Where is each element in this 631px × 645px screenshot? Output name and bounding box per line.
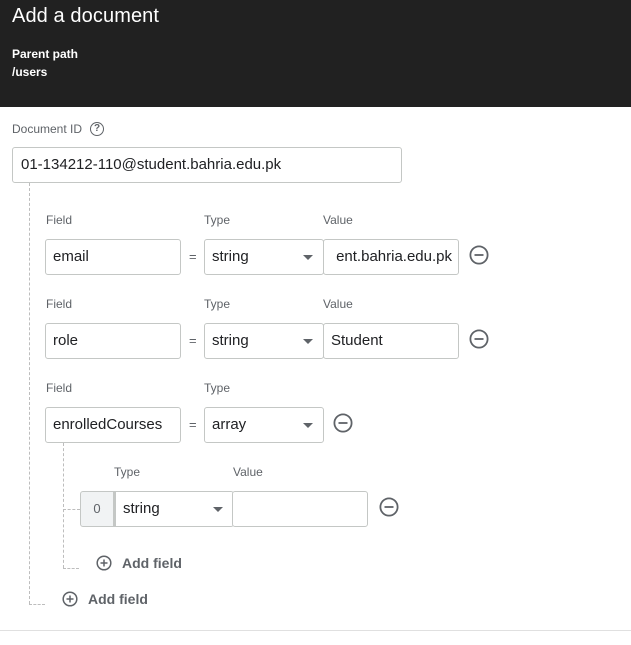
field-label: Field bbox=[46, 297, 73, 311]
value-label: Value bbox=[323, 297, 353, 311]
tree-line-array-add bbox=[63, 568, 79, 569]
equals-sign: = bbox=[189, 333, 197, 348]
value-input-email[interactable]: ent.bahria.edu.pk bbox=[323, 239, 459, 275]
add-circle-icon bbox=[96, 555, 112, 571]
type-label: Type bbox=[204, 297, 231, 311]
value-input-array-item-0[interactable] bbox=[232, 491, 368, 527]
parent-path-label: Parent path bbox=[12, 47, 79, 61]
document-id-label: Document ID ? bbox=[12, 122, 105, 136]
type-select-value: string bbox=[212, 248, 249, 265]
remove-circle-icon[interactable] bbox=[379, 497, 399, 517]
type-select-enrolled-courses[interactable]: array bbox=[204, 407, 324, 443]
add-field-label: Add field bbox=[88, 591, 148, 607]
tree-line-array-item bbox=[63, 509, 80, 510]
help-circle-icon[interactable]: ? bbox=[90, 122, 105, 136]
type-label: Type bbox=[204, 213, 231, 227]
add-field-button-root[interactable]: Add field bbox=[62, 591, 148, 607]
type-label: Type bbox=[204, 381, 231, 395]
caret-down-icon bbox=[303, 339, 313, 344]
array-index-badge: 0 bbox=[80, 491, 114, 527]
type-label: Type bbox=[114, 465, 141, 479]
type-select-value: array bbox=[212, 416, 247, 433]
value-input-role[interactable]: Student bbox=[323, 323, 459, 359]
field-name-input-email[interactable]: email bbox=[45, 239, 181, 275]
caret-down-icon bbox=[213, 507, 223, 512]
type-select-value: string bbox=[212, 332, 249, 349]
tree-line-array-vertical bbox=[63, 443, 64, 568]
divider bbox=[0, 630, 631, 631]
caret-down-icon bbox=[303, 255, 313, 260]
value-input-email-text: ent.bahria.edu.pk bbox=[336, 248, 452, 265]
type-select-role[interactable]: string bbox=[204, 323, 324, 359]
remove-circle-icon[interactable] bbox=[469, 245, 489, 265]
caret-down-icon bbox=[303, 423, 313, 428]
field-label: Field bbox=[46, 381, 73, 395]
tree-line-root-add bbox=[29, 604, 45, 605]
field-label: Field bbox=[46, 213, 73, 227]
remove-circle-icon[interactable] bbox=[469, 329, 489, 349]
value-label: Value bbox=[323, 213, 353, 227]
equals-sign: = bbox=[189, 249, 197, 264]
equals-sign: = bbox=[189, 417, 197, 432]
field-name-input-enrolled-courses[interactable]: enrolledCourses bbox=[45, 407, 181, 443]
type-select-array-item-0[interactable]: string bbox=[114, 491, 234, 527]
remove-circle-icon[interactable] bbox=[333, 413, 353, 433]
type-select-email[interactable]: string bbox=[204, 239, 324, 275]
add-circle-icon bbox=[62, 591, 78, 607]
document-id-input[interactable]: 01-134212-110@student.bahria.edu.pk bbox=[12, 147, 402, 183]
add-field-button-array[interactable]: Add field bbox=[96, 555, 182, 571]
value-label: Value bbox=[233, 465, 263, 479]
dialog-header: Add a document Parent path /users bbox=[0, 0, 631, 107]
tree-line-root-vertical bbox=[29, 183, 30, 604]
parent-path-value: /users bbox=[12, 65, 48, 79]
dialog-title: Add a document bbox=[12, 5, 160, 27]
document-id-label-text: Document ID bbox=[12, 122, 83, 136]
type-select-value: string bbox=[123, 500, 160, 517]
field-name-input-role[interactable]: role bbox=[45, 323, 181, 359]
add-field-label: Add field bbox=[122, 555, 182, 571]
